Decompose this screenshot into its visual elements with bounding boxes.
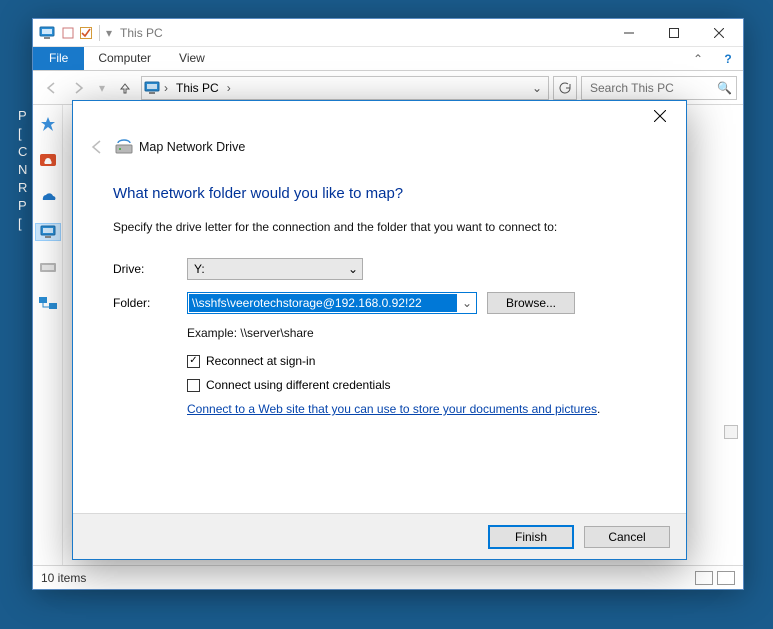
drive-icon[interactable] <box>39 259 57 277</box>
credentials-checkbox[interactable] <box>187 379 200 392</box>
nav-recent-dropdown[interactable]: ▾ <box>95 76 109 100</box>
dialog-back-button[interactable] <box>85 135 109 159</box>
search-input[interactable] <box>588 80 713 96</box>
folder-label: Folder: <box>113 296 187 310</box>
dialog-titlebar[interactable] <box>73 101 686 131</box>
search-icon: 🔍 <box>717 81 732 95</box>
network-drive-icon <box>115 138 133 156</box>
view-large-icons-button[interactable] <box>717 571 735 585</box>
folder-combobox[interactable]: \\sshfs\veerotechstorage@192.168.0.92!22… <box>187 292 477 314</box>
this-pc-icon <box>39 25 55 41</box>
finish-button[interactable]: Finish <box>488 525 574 549</box>
search-box[interactable]: 🔍 <box>581 76 737 100</box>
ribbon-minimize-icon[interactable]: ⌃ <box>683 47 713 70</box>
chevron-down-icon: ⌄ <box>348 262 358 276</box>
address-bar[interactable]: › This PC › ⌄ <box>141 76 549 100</box>
file-tab[interactable]: File <box>33 47 84 70</box>
view-details-button[interactable] <box>695 571 713 585</box>
nav-back-button[interactable] <box>39 76 63 100</box>
reconnect-checkbox[interactable] <box>187 355 200 368</box>
minimize-button[interactable] <box>606 19 651 47</box>
reconnect-checkbox-row[interactable]: Reconnect at sign-in <box>187 354 646 368</box>
browse-button[interactable]: Browse... <box>487 292 575 314</box>
dialog-heading: What network folder would you like to ma… <box>113 185 646 202</box>
chevron-right-icon[interactable]: › <box>227 81 231 95</box>
address-dropdown-icon[interactable]: ⌄ <box>528 81 546 95</box>
ribbon: File Computer View ⌃ ? <box>33 47 743 71</box>
breadcrumb-item[interactable]: This PC <box>172 79 223 97</box>
credentials-label: Connect using different credentials <box>206 378 391 392</box>
creative-cloud-icon[interactable] <box>39 151 57 169</box>
reconnect-label: Reconnect at sign-in <box>206 354 315 368</box>
qat-checkbox-icon[interactable] <box>79 26 93 40</box>
close-button[interactable] <box>696 19 741 47</box>
explorer-titlebar[interactable]: ▾ This PC <box>33 19 743 47</box>
this-pc-icon <box>144 80 160 96</box>
separator <box>99 25 100 41</box>
dialog-header: Map Network Drive <box>73 131 686 171</box>
desktop-edge-labels: P [ C N R P [ <box>18 108 27 232</box>
folder-example: Example: \\server\share <box>187 326 646 340</box>
dialog-title: Map Network Drive <box>139 140 245 154</box>
qat-dropdown-icon[interactable]: ▾ <box>106 26 112 40</box>
link-trailing-period: . <box>597 402 600 416</box>
dialog-body: What network folder would you like to ma… <box>73 171 686 513</box>
refresh-button[interactable] <box>553 76 577 100</box>
close-button[interactable] <box>638 102 682 130</box>
chevron-down-icon[interactable]: ⌄ <box>458 296 476 310</box>
help-icon[interactable]: ? <box>713 47 743 70</box>
nav-pane[interactable] <box>33 105 63 565</box>
maximize-button[interactable] <box>651 19 696 47</box>
tab-view[interactable]: View <box>165 47 219 70</box>
tab-computer[interactable]: Computer <box>84 47 165 70</box>
quick-access-icon[interactable] <box>39 115 57 133</box>
this-pc-nav-icon[interactable] <box>35 223 61 241</box>
folder-value: \\sshfs\veerotechstorage@192.168.0.92!22 <box>189 294 457 312</box>
network-icon[interactable] <box>39 295 57 313</box>
drive-label: Drive: <box>113 262 187 276</box>
dialog-subtext: Specify the drive letter for the connect… <box>113 220 646 234</box>
drive-select[interactable]: Y: ⌄ <box>187 258 363 280</box>
map-network-drive-dialog: Map Network Drive What network folder wo… <box>72 100 687 560</box>
nav-forward-button[interactable] <box>67 76 91 100</box>
drive-select-value: Y: <box>194 262 205 276</box>
chevron-right-icon[interactable]: › <box>164 81 168 95</box>
cancel-button[interactable]: Cancel <box>584 526 670 548</box>
qat-properties-icon[interactable] <box>61 26 75 40</box>
credentials-checkbox-row[interactable]: Connect using different credentials <box>187 378 646 392</box>
dialog-footer: Finish Cancel <box>73 513 686 559</box>
onedrive-icon[interactable] <box>39 187 57 205</box>
nav-up-button[interactable] <box>113 76 137 100</box>
connect-website-link[interactable]: Connect to a Web site that you can use t… <box>187 402 597 416</box>
status-bar: 10 items <box>33 565 743 589</box>
window-title: This PC <box>120 26 163 40</box>
quick-access-toolbar <box>61 26 93 40</box>
status-item-count: 10 items <box>41 571 86 585</box>
